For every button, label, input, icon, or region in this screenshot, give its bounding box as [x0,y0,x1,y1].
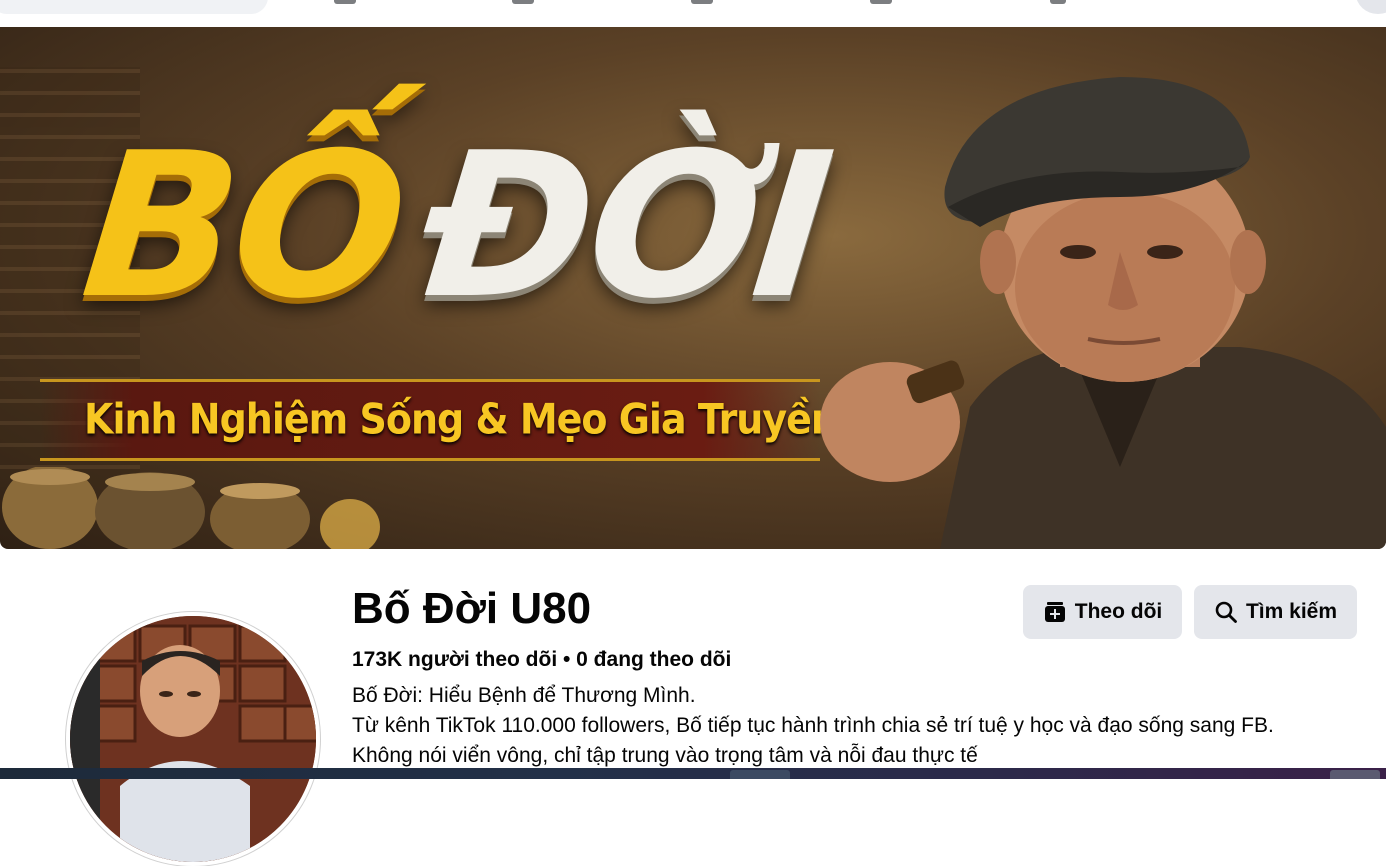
page-search-button[interactable]: Tìm kiếm [1194,585,1357,639]
bio-line-1: Bố Đời: Hiểu Bệnh để Thương Mình. [352,684,696,707]
nav-gaming-icon[interactable] [1050,0,1066,4]
follower-stats[interactable]: 173K người theo dõi • 0 đang theo dõi [352,648,731,672]
nav-groups-icon[interactable] [870,0,892,4]
cover-photo[interactable]: BỐĐỜI Kinh Nghiệm Sống & Mẹo Gia Truyền … [0,27,1386,549]
cover-title: BỐĐỜI [74,110,838,343]
nav-marketplace-icon[interactable] [691,0,713,4]
bio-line-2: Từ kênh TikTok 110.000 followers, Bố tiế… [352,714,1274,737]
avatar-photo [70,616,316,862]
follow-button[interactable]: Theo dõi [1023,585,1182,639]
facebook-search-box[interactable] [0,0,268,14]
account-menu-button[interactable] [1356,0,1386,14]
taskbar-item[interactable] [1330,770,1380,779]
nav-video-icon[interactable] [512,0,534,4]
cover-elderly-man-portrait [820,77,1386,549]
taskbar-item[interactable] [730,770,790,779]
profile-avatar[interactable] [66,612,320,866]
nav-home-icon[interactable] [334,0,356,4]
follow-page-icon [1044,602,1065,622]
page-bio: Bố Đời: Hiểu Bệnh để Thương Mình. Từ kên… [352,681,1274,771]
cover-medicine-jars [2,467,380,549]
cover-title-word-1: BỐ [73,110,413,343]
page-title: Bố Đời U80 [352,584,592,633]
top-navigation-bar [0,0,1386,27]
bio-line-3: Không nói viển vông, chỉ tập trung vào t… [352,744,978,767]
os-taskbar [0,768,1386,779]
search-button-label: Tìm kiếm [1245,600,1338,623]
cover-title-word-2: ĐỜI [412,110,839,343]
follow-button-label: Theo dõi [1074,600,1163,623]
search-icon [1215,601,1237,623]
